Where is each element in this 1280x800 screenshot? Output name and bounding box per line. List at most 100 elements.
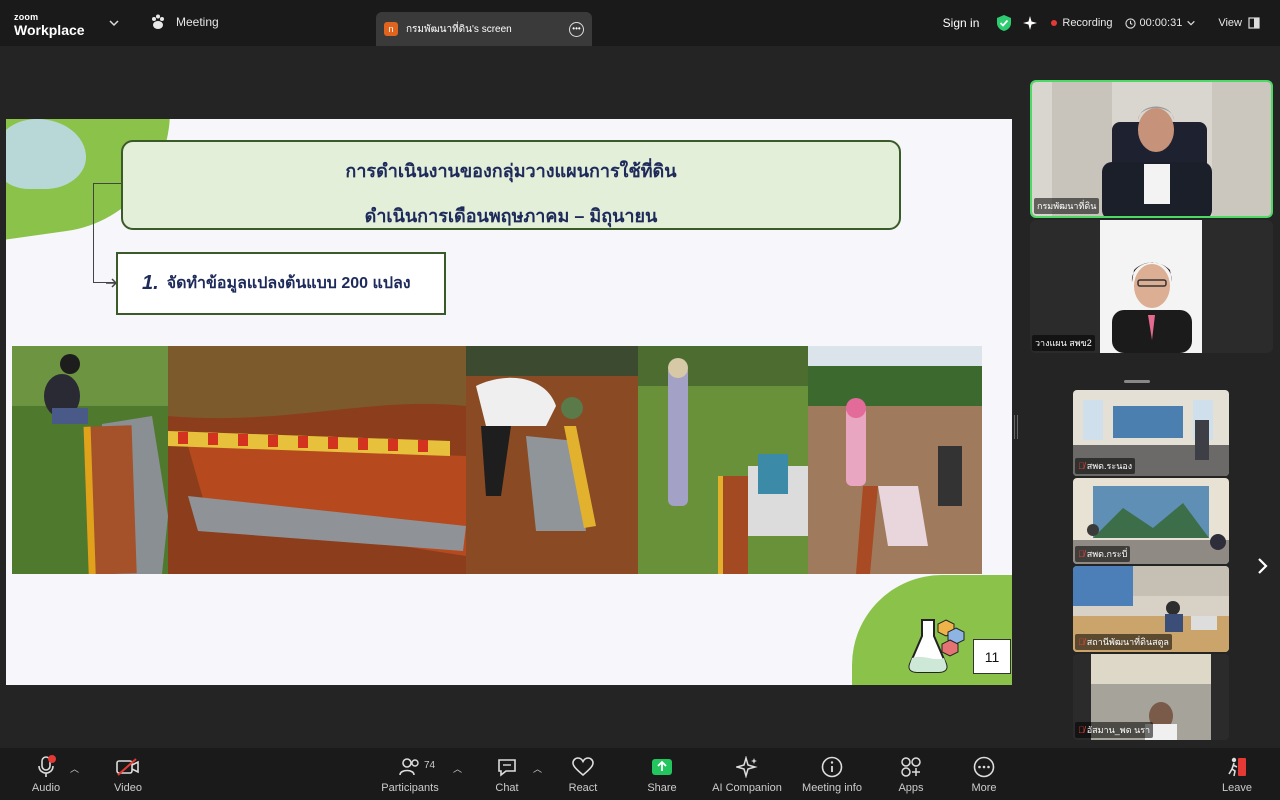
participants-label: Participants — [381, 782, 439, 794]
react-label: React — [568, 782, 598, 794]
participant-name: สพด.กระบี่ — [1086, 549, 1128, 559]
gallery-tile-1[interactable]: 🎙̸ สพด.ระนอง — [1073, 390, 1229, 476]
slide-page-number: 11 — [973, 639, 1011, 674]
chevron-down-icon[interactable] — [108, 17, 120, 29]
audio-button[interactable]: Audio — [28, 754, 64, 794]
mic-muted-icon: 🎙̸ — [1078, 637, 1085, 647]
apps-label: Apps — [898, 782, 924, 794]
leave-icon — [1228, 757, 1246, 777]
meeting-button[interactable]: Meeting — [150, 14, 219, 30]
participants-icon — [399, 758, 419, 776]
brand-large: Workplace — [14, 22, 85, 38]
field-photo-2 — [168, 346, 466, 574]
apps-button[interactable]: Apps — [894, 754, 928, 794]
ai-companion-button[interactable]: AI Companion — [712, 754, 782, 794]
zoom-workplace-logo[interactable]: zoom Workplace — [14, 13, 85, 38]
share-label: Share — [647, 782, 677, 794]
timer-value: 00:00:31 — [1139, 17, 1183, 29]
audio-label: Audio — [31, 782, 61, 794]
participant-name: กรมพัฒนาที่ดิน — [1037, 201, 1097, 211]
top-bar: zoom Workplace Meeting n กรมพัฒนาที่ดิน'… — [0, 0, 1280, 46]
point-text: จัดทำข้อมูลแปลงต้นแบบ 200 แปลง — [166, 275, 411, 292]
meeting-info-label: Meeting info — [802, 782, 862, 794]
heart-icon — [572, 757, 594, 777]
leave-label: Leave — [1222, 782, 1252, 794]
leave-button[interactable]: Leave — [1220, 754, 1254, 794]
slide-title-line1: การดำเนินงานของกลุ่มวางแผนการใช้ที่ดิน — [345, 161, 677, 181]
meeting-label: Meeting — [176, 15, 219, 29]
meeting-timer[interactable]: 00:00:31 — [1124, 17, 1197, 29]
sharer-avatar: n — [384, 22, 398, 36]
participant-name: สพด.ระนอง — [1086, 461, 1133, 471]
chat-button[interactable]: Chat — [492, 754, 522, 794]
audio-options-caret-icon[interactable]: ︿ — [70, 762, 79, 775]
participant-name-label: วางแผน สพข2 — [1032, 335, 1095, 351]
video-button[interactable]: Video — [110, 754, 146, 794]
field-photo-1 — [12, 346, 168, 574]
participant-name-label: 🎙̸ สพด.ระนอง — [1075, 458, 1136, 474]
field-photo-3 — [466, 346, 638, 574]
more-button[interactable]: More — [968, 754, 1000, 794]
gallery-tile-2[interactable]: 🎙̸ สพด.กระบี่ — [1073, 478, 1229, 564]
ai-companion-label: AI Companion — [712, 782, 782, 794]
shared-screen-slide[interactable]: การดำเนินงานของกลุ่มวางแผนการใช้ที่ดิน ด… — [6, 119, 1012, 685]
video-label: Video — [114, 782, 142, 794]
mic-muted-icon: 🎙̸ — [1078, 549, 1085, 559]
info-icon — [821, 756, 843, 778]
recording-label: Recording — [1062, 17, 1113, 29]
shield-check-icon[interactable] — [995, 14, 1013, 32]
gallery-drag-handle[interactable] — [1124, 380, 1150, 383]
react-button[interactable]: React — [566, 754, 600, 794]
science-flask-icon — [908, 619, 965, 673]
view-button[interactable]: View — [1218, 17, 1260, 29]
mic-muted-icon: 🎙̸ — [1078, 725, 1085, 735]
recording-dot-icon — [1051, 20, 1058, 26]
more-dots-icon — [973, 756, 995, 778]
participant-video — [1100, 220, 1202, 353]
meeting-toolbar: Audio ︿ Video Participants 74 ︿ Chat ︿ R… — [0, 748, 1280, 800]
chat-options-caret-icon[interactable]: ︿ — [533, 762, 542, 775]
meeting-info-button[interactable]: Meeting info — [800, 754, 864, 794]
chat-icon — [498, 759, 516, 777]
participant-name: อัสมาน_พด นรา — [1086, 725, 1151, 735]
top-right-controls: Sign in Recording 00:00:31 View — [931, 0, 1280, 46]
participant-name-label: 🎙̸ สถานีพัฒนาที่ดินสตูล — [1075, 634, 1172, 650]
apps-icon — [901, 757, 921, 777]
share-screen-icon — [652, 759, 672, 775]
slide-point-box: 1. จัดทำข้อมูลแปลงต้นแบบ 200 แปลง — [116, 252, 446, 315]
gallery-tile-4[interactable]: 🎙̸ อัสมาน_พด นรา — [1073, 654, 1229, 740]
share-screen-tab[interactable]: n กรมพัฒนาที่ดิน's screen ••• — [376, 12, 592, 46]
participant-name-label: 🎙̸ อัสมาน_พด นรา — [1075, 722, 1154, 738]
field-photo-5 — [808, 346, 982, 574]
chevron-right-icon[interactable] — [1254, 555, 1272, 577]
share-tab-title: กรมพัฒนาที่ดิน's screen — [406, 23, 512, 35]
field-photo-4 — [638, 346, 808, 574]
participant-name-label: 🎙̸ สพด.กระบี่ — [1075, 546, 1131, 562]
slide-title-line2: ดำเนินการเดือนพฤษภาคม – มิถุนายน — [364, 206, 658, 226]
mic-muted-icon — [38, 755, 56, 777]
video-off-icon — [116, 758, 139, 776]
speaker-tile-1[interactable]: กรมพัฒนาที่ดิน — [1030, 80, 1273, 218]
speaker-tile-2[interactable]: วางแผน สพข2 — [1030, 220, 1273, 353]
clock-icon — [1124, 17, 1136, 29]
point-number: 1. — [142, 272, 159, 294]
mic-muted-icon: 🎙̸ — [1078, 461, 1085, 471]
view-label: View — [1218, 17, 1242, 29]
participant-name: วางแผน สพข2 — [1035, 338, 1092, 348]
recording-indicator[interactable]: Recording — [1051, 17, 1113, 29]
slide-title-box: การดำเนินงานของกลุ่มวางแผนการใช้ที่ดิน ด… — [121, 140, 901, 230]
more-options-icon[interactable]: ••• — [569, 21, 584, 37]
photo-strip — [12, 346, 982, 574]
chat-label: Chat — [495, 782, 519, 794]
participant-name-label: กรมพัฒนาที่ดิน — [1034, 198, 1100, 214]
gallery-tile-3[interactable]: 🎙̸ สถานีพัฒนาที่ดินสตูล — [1073, 566, 1229, 652]
ai-sparkle-icon[interactable] — [1021, 14, 1039, 32]
chevron-down-icon — [1187, 20, 1196, 26]
paw-icon — [152, 14, 164, 29]
sign-in-button[interactable]: Sign in — [931, 16, 992, 30]
ai-sparkle-icon — [736, 756, 758, 778]
share-button[interactable]: Share — [644, 754, 680, 794]
participants-options-caret-icon[interactable]: ︿ — [453, 762, 462, 775]
panel-resize-handle[interactable] — [1014, 415, 1018, 439]
layout-icon — [1248, 17, 1260, 29]
